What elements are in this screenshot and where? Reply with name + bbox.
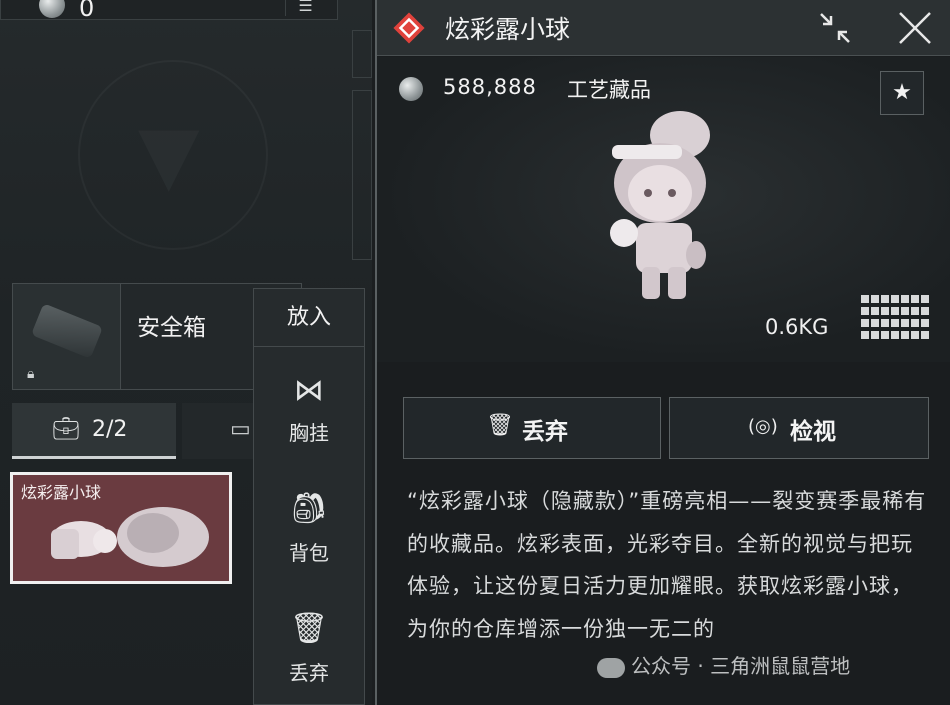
context-menu: 放入 ⋈ 胸挂 🎒︎ 背包 🗑︎ 丢弃 <box>253 288 365 705</box>
tab-capacity-label: 2/2 <box>92 417 128 442</box>
item-category: 工艺藏品 <box>567 78 651 102</box>
menu-item-chest-rig[interactable]: ⋈ 胸挂 <box>254 365 364 475</box>
item-size-grid-icon <box>861 295 929 339</box>
coin-icon <box>399 77 423 101</box>
item-description: “炫彩露小球（隐藏款）”重磅亮相——裂变赛季最稀有的收藏品。炫彩表面，光彩夺目。… <box>407 489 927 641</box>
wechat-icon <box>597 657 625 678</box>
item-showcase: 588,888 工艺藏品 ★ 0.6KG <box>377 57 950 362</box>
source-credit: 公众号 · 三角洲鼠鼠营地 <box>597 650 850 679</box>
container-icon: ▭ <box>230 417 251 442</box>
discard-button-label: 丢弃 <box>522 419 568 445</box>
tab-backpack[interactable]: 💼︎ 2/2 <box>12 403 176 459</box>
eye-icon: (◎) <box>748 416 778 437</box>
item-thumbnail <box>51 507 209 567</box>
briefcase-icon: 💼︎ <box>52 417 80 442</box>
safe-box-thumbnail: 🔒︎ <box>13 284 121 389</box>
item-detail-panel: 炫彩露小球 588,888 工艺藏品 ★ 0.6KG 🗑︎ 丢弃 (◎) 检视 … <box>375 0 950 705</box>
currency-amount: 0 <box>79 0 95 22</box>
trash-icon: 🗑︎ <box>486 413 514 438</box>
lock-icon: 🔒︎ <box>27 366 35 382</box>
item-figure-image <box>610 111 710 299</box>
coin-icon <box>39 0 65 18</box>
rarity-diamond-icon <box>393 12 425 44</box>
item-weight: 0.6KG <box>765 315 829 339</box>
collapse-icon[interactable] <box>817 10 853 46</box>
favorite-button[interactable]: ★ <box>880 71 924 115</box>
side-strip <box>352 30 372 78</box>
menu-item-backpack[interactable]: 🎒︎ 背包 <box>254 485 364 595</box>
star-icon: ★ <box>892 80 912 105</box>
side-strip <box>352 90 372 260</box>
item-price: 588,888 <box>443 75 537 99</box>
menu-item-discard[interactable]: 🗑︎ 丢弃 <box>254 605 364 705</box>
menu-item-label: 背包 <box>289 541 329 565</box>
trash-icon: 🗑︎ <box>289 611 329 646</box>
bow-icon: ⋈ <box>294 373 324 408</box>
discard-button[interactable]: 🗑︎ 丢弃 <box>403 397 661 459</box>
menu-item-label: 胸挂 <box>289 421 329 445</box>
credit-text: 公众号 · 三角洲鼠鼠营地 <box>631 654 851 678</box>
safe-box-label: 安全箱 <box>137 315 206 341</box>
item-title: 炫彩露小球 <box>445 15 571 44</box>
currency-bar: 0 ☰ <box>0 0 338 22</box>
inventory-item-slot[interactable]: 炫彩露小球 <box>10 472 232 584</box>
detail-header: 炫彩露小球 <box>377 0 950 56</box>
menu-icon[interactable]: ☰ <box>285 0 325 16</box>
close-icon[interactable] <box>897 10 933 46</box>
inspect-button[interactable]: (◎) 检视 <box>669 397 929 459</box>
backpack-icon: 🎒︎ <box>289 491 329 526</box>
context-menu-title: 放入 <box>254 289 364 347</box>
menu-item-label: 丢弃 <box>289 661 329 685</box>
inspect-button-label: 检视 <box>790 419 836 445</box>
safe-case-image <box>30 303 104 359</box>
watermark-logo <box>78 60 268 250</box>
